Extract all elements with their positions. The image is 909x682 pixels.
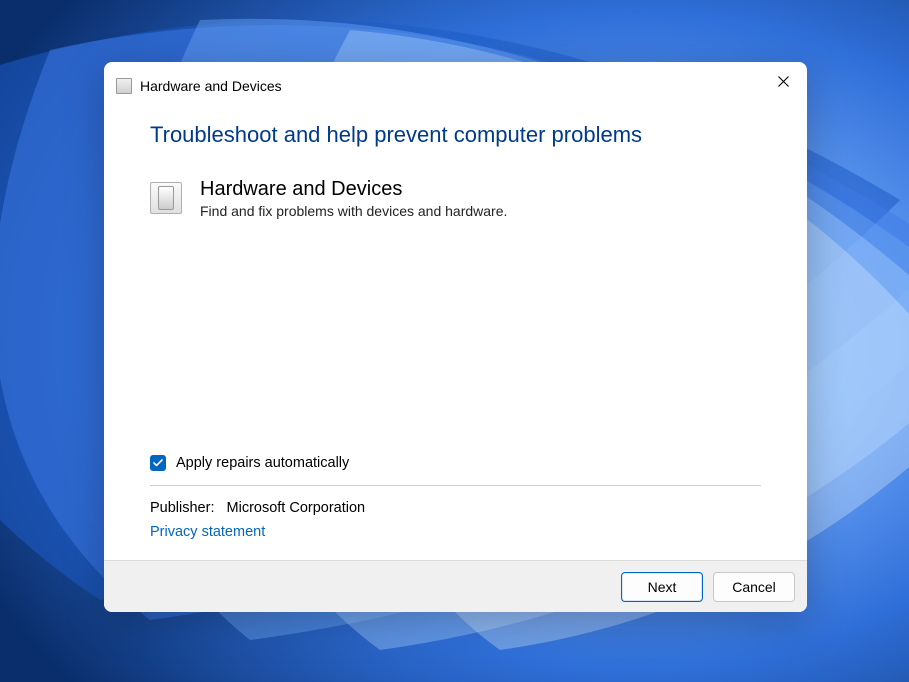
cancel-button[interactable]: Cancel [713, 572, 795, 602]
apply-repairs-label: Apply repairs automatically [176, 455, 349, 471]
item-title: Hardware and Devices [200, 178, 507, 201]
hardware-icon [150, 182, 182, 214]
publisher-row: Publisher: Microsoft Corporation [150, 500, 761, 516]
apply-repairs-option[interactable]: Apply repairs automatically [150, 455, 761, 471]
page-title: Troubleshoot and help prevent computer p… [150, 122, 761, 148]
next-button[interactable]: Next [621, 572, 703, 602]
publisher-value: Microsoft Corporation [227, 500, 366, 516]
window-icon [116, 78, 132, 94]
apply-repairs-checkbox[interactable] [150, 455, 166, 471]
close-button[interactable] [763, 66, 803, 96]
close-icon [778, 76, 789, 87]
divider [150, 485, 761, 486]
dialog-footer: Next Cancel [104, 560, 807, 612]
troubleshooter-dialog: Hardware and Devices Troubleshoot and he… [104, 62, 807, 612]
check-icon [153, 459, 163, 467]
titlebar: Hardware and Devices [104, 62, 807, 110]
window-title: Hardware and Devices [140, 78, 282, 94]
privacy-statement-link[interactable]: Privacy statement [150, 524, 761, 540]
dialog-content: Troubleshoot and help prevent computer p… [104, 110, 807, 560]
item-description: Find and fix problems with devices and h… [200, 203, 507, 219]
publisher-label: Publisher: [150, 500, 214, 516]
troubleshooter-item: Hardware and Devices Find and fix proble… [150, 178, 761, 219]
